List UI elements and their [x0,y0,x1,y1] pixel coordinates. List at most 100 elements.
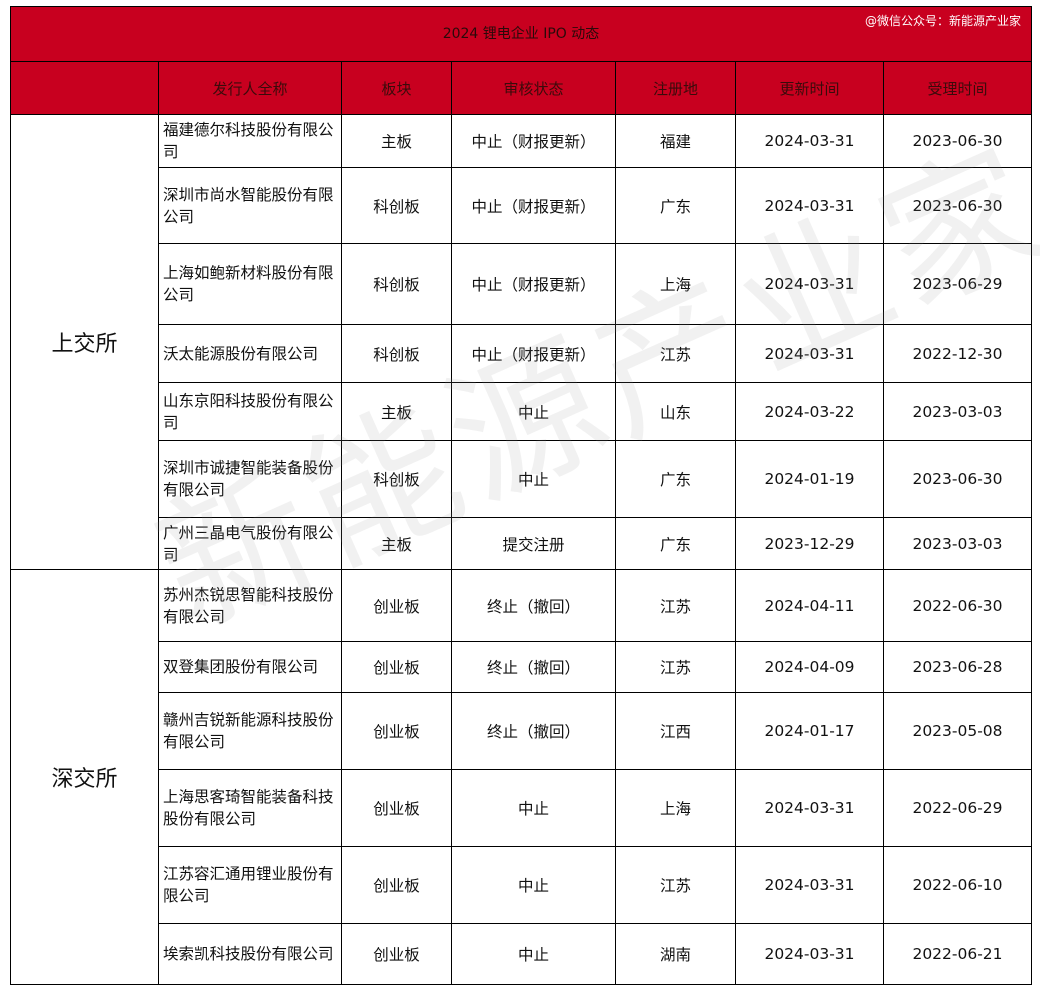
issuer-cell: 山东京阳科技股份有限公司 [158,382,342,441]
table-row: 上海如鲍新材料股份有限公司 科创板 中止（财报更新） 上海 2024-03-31 2023… [11,243,1032,325]
updated-date-cell: 2024-01-17 [735,692,884,770]
header-issuer: 发行人全称 [158,61,342,115]
header-accepted: 受理时间 [883,61,1032,115]
board-cell: 创业板 [341,769,452,847]
location-cell: 江苏 [615,641,736,693]
status-cell: 中止 [451,846,616,924]
accepted-date-cell: 2023-03-03 [883,382,1032,441]
board-cell: 创业板 [341,569,452,642]
accepted-date-cell: 2023-05-08 [883,692,1032,770]
status-cell: 提交注册 [451,517,616,570]
updated-date-cell: 2024-03-31 [735,769,884,847]
accepted-date-cell: 2022-06-30 [883,569,1032,642]
location-cell: 上海 [615,243,736,325]
issuer-cell: 上海思客琦智能装备科技股份有限公司 [158,769,342,847]
table-row: 深交所 苏州杰锐思智能科技股份有限公司 创业板 终止（撤回） 江苏 2024-04-11 2… [10,569,1032,985]
table-row: 深圳市诚捷智能装备股份有限公司 科创板 中止 广东 2024-01-19 2023-06-… [11,440,1032,518]
table-row: 上海思客琦智能装备科技股份有限公司 创业板 中止 上海 2024-03-31 2022-0… [11,769,1032,847]
issuer-cell: 江苏容汇通用锂业股份有限公司 [158,846,342,924]
exchange-cell: 深交所 [10,569,159,985]
status-cell: 中止（财报更新） [451,324,616,383]
table-row: 上交所 福建德尔科技股份有限公司 主板 中止（财报更新） 福建 2024-03-31 202… [10,114,1032,570]
updated-date-cell: 2024-03-31 [735,114,884,168]
accepted-date-cell: 2022-12-30 [883,324,1032,383]
header-exchange-blank [10,61,159,115]
status-cell: 终止（撤回） [451,692,616,770]
issuer-cell: 沃太能源股份有限公司 [158,324,342,383]
table-row: 沃太能源股份有限公司 科创板 中止（财报更新） 江苏 2024-03-31 2022-12… [11,324,1032,383]
board-cell: 主板 [341,382,452,441]
status-cell: 中止（财报更新） [451,167,616,244]
issuer-cell: 上海如鲍新材料股份有限公司 [158,243,342,325]
table-row: 江苏容汇通用锂业股份有限公司 创业板 中止 江苏 2024-03-31 2022-06-1… [11,846,1032,924]
accepted-date-cell: 2023-03-03 [883,517,1032,570]
updated-date-cell: 2024-04-11 [735,569,884,642]
board-cell: 主板 [341,114,452,168]
location-cell: 广东 [615,517,736,570]
status-cell: 中止（财报更新） [451,243,616,325]
status-cell: 终止（撤回） [451,569,616,642]
table-row: 广州三晶电气股份有限公司 主板 提交注册 广东 2023-12-29 2023-03-03 [11,517,1032,570]
header-status: 审核状态 [451,61,616,115]
location-cell: 江西 [615,692,736,770]
table-row: 赣州吉锐新能源科技股份有限公司 创业板 终止（撤回） 江西 2024-01-17 2023… [11,692,1032,770]
accepted-date-cell: 2023-06-30 [883,167,1032,244]
updated-date-cell: 2024-03-31 [735,243,884,325]
updated-date-cell: 2024-04-09 [735,641,884,693]
accepted-date-cell: 2023-06-29 [883,243,1032,325]
updated-date-cell: 2024-03-31 [735,923,884,985]
status-cell: 中止 [451,769,616,847]
header-updated: 更新时间 [735,61,884,115]
accepted-date-cell: 2022-06-21 [883,923,1032,985]
board-cell: 科创板 [341,440,452,518]
location-cell: 广东 [615,440,736,518]
board-cell: 创业板 [341,923,452,985]
accepted-date-cell: 2023-06-30 [883,114,1032,168]
issuer-cell: 苏州杰锐思智能科技股份有限公司 [158,569,342,642]
accepted-date-cell: 2022-06-29 [883,769,1032,847]
location-cell: 上海 [615,769,736,847]
location-cell: 江苏 [615,569,736,642]
issuer-cell: 福建德尔科技股份有限公司 [158,114,342,168]
status-cell: 中止 [451,382,616,441]
board-cell: 创业板 [341,692,452,770]
board-cell: 创业板 [341,846,452,924]
location-cell: 江苏 [615,324,736,383]
board-cell: 主板 [341,517,452,570]
issuer-cell: 赣州吉锐新能源科技股份有限公司 [158,692,342,770]
status-cell: 中止 [451,923,616,985]
issuer-cell: 埃索凯科技股份有限公司 [158,923,342,985]
location-cell: 福建 [615,114,736,168]
location-cell: 山东 [615,382,736,441]
table-row: 山东京阳科技股份有限公司 主板 中止 山东 2024-03-22 2023-03-03 [11,382,1032,441]
updated-date-cell: 2024-03-31 [735,167,884,244]
source-credit: @微信公众号：新能源产业家 [864,14,1021,28]
issuer-cell: 深圳市尚水智能股份有限公司 [158,167,342,244]
board-cell: 科创板 [341,167,452,244]
table-row: 深圳市尚水智能股份有限公司 科创板 中止（财报更新） 广东 2024-03-31 2023… [11,167,1032,244]
issuer-cell: 广州三晶电气股份有限公司 [158,517,342,570]
board-cell: 科创板 [341,324,452,383]
status-cell: 中止 [451,440,616,518]
exchange-cell: 上交所 [10,114,159,570]
updated-date-cell: 2023-12-29 [735,517,884,570]
ipo-table-sheet: 2024 锂电企业 IPO 动态 @微信公众号：新能源产业家 发行人全称 板块 … [10,6,1032,985]
board-cell: 创业板 [341,641,452,693]
ipo-table: 2024 锂电企业 IPO 动态 @微信公众号：新能源产业家 发行人全称 板块 … [10,6,1032,985]
location-cell: 湖南 [615,923,736,985]
table-row: 双登集团股份有限公司 创业板 终止（撤回） 江苏 2024-04-09 2023-06-2… [11,641,1032,693]
header-board: 板块 [341,61,452,115]
location-cell: 江苏 [615,846,736,924]
table-row: 埃索凯科技股份有限公司 创业板 中止 湖南 2024-03-31 2022-06-21 [11,923,1032,985]
location-cell: 广东 [615,167,736,244]
status-cell: 终止（撤回） [451,641,616,693]
updated-date-cell: 2024-03-31 [735,324,884,383]
updated-date-cell: 2024-03-22 [735,382,884,441]
board-cell: 科创板 [341,243,452,325]
accepted-date-cell: 2023-06-28 [883,641,1032,693]
table-title-bar: 2024 锂电企业 IPO 动态 @微信公众号：新能源产业家 [10,6,1032,62]
updated-date-cell: 2024-03-31 [735,846,884,924]
status-cell: 中止（财报更新） [451,114,616,168]
accepted-date-cell: 2022-06-10 [883,846,1032,924]
issuer-cell: 双登集团股份有限公司 [158,641,342,693]
